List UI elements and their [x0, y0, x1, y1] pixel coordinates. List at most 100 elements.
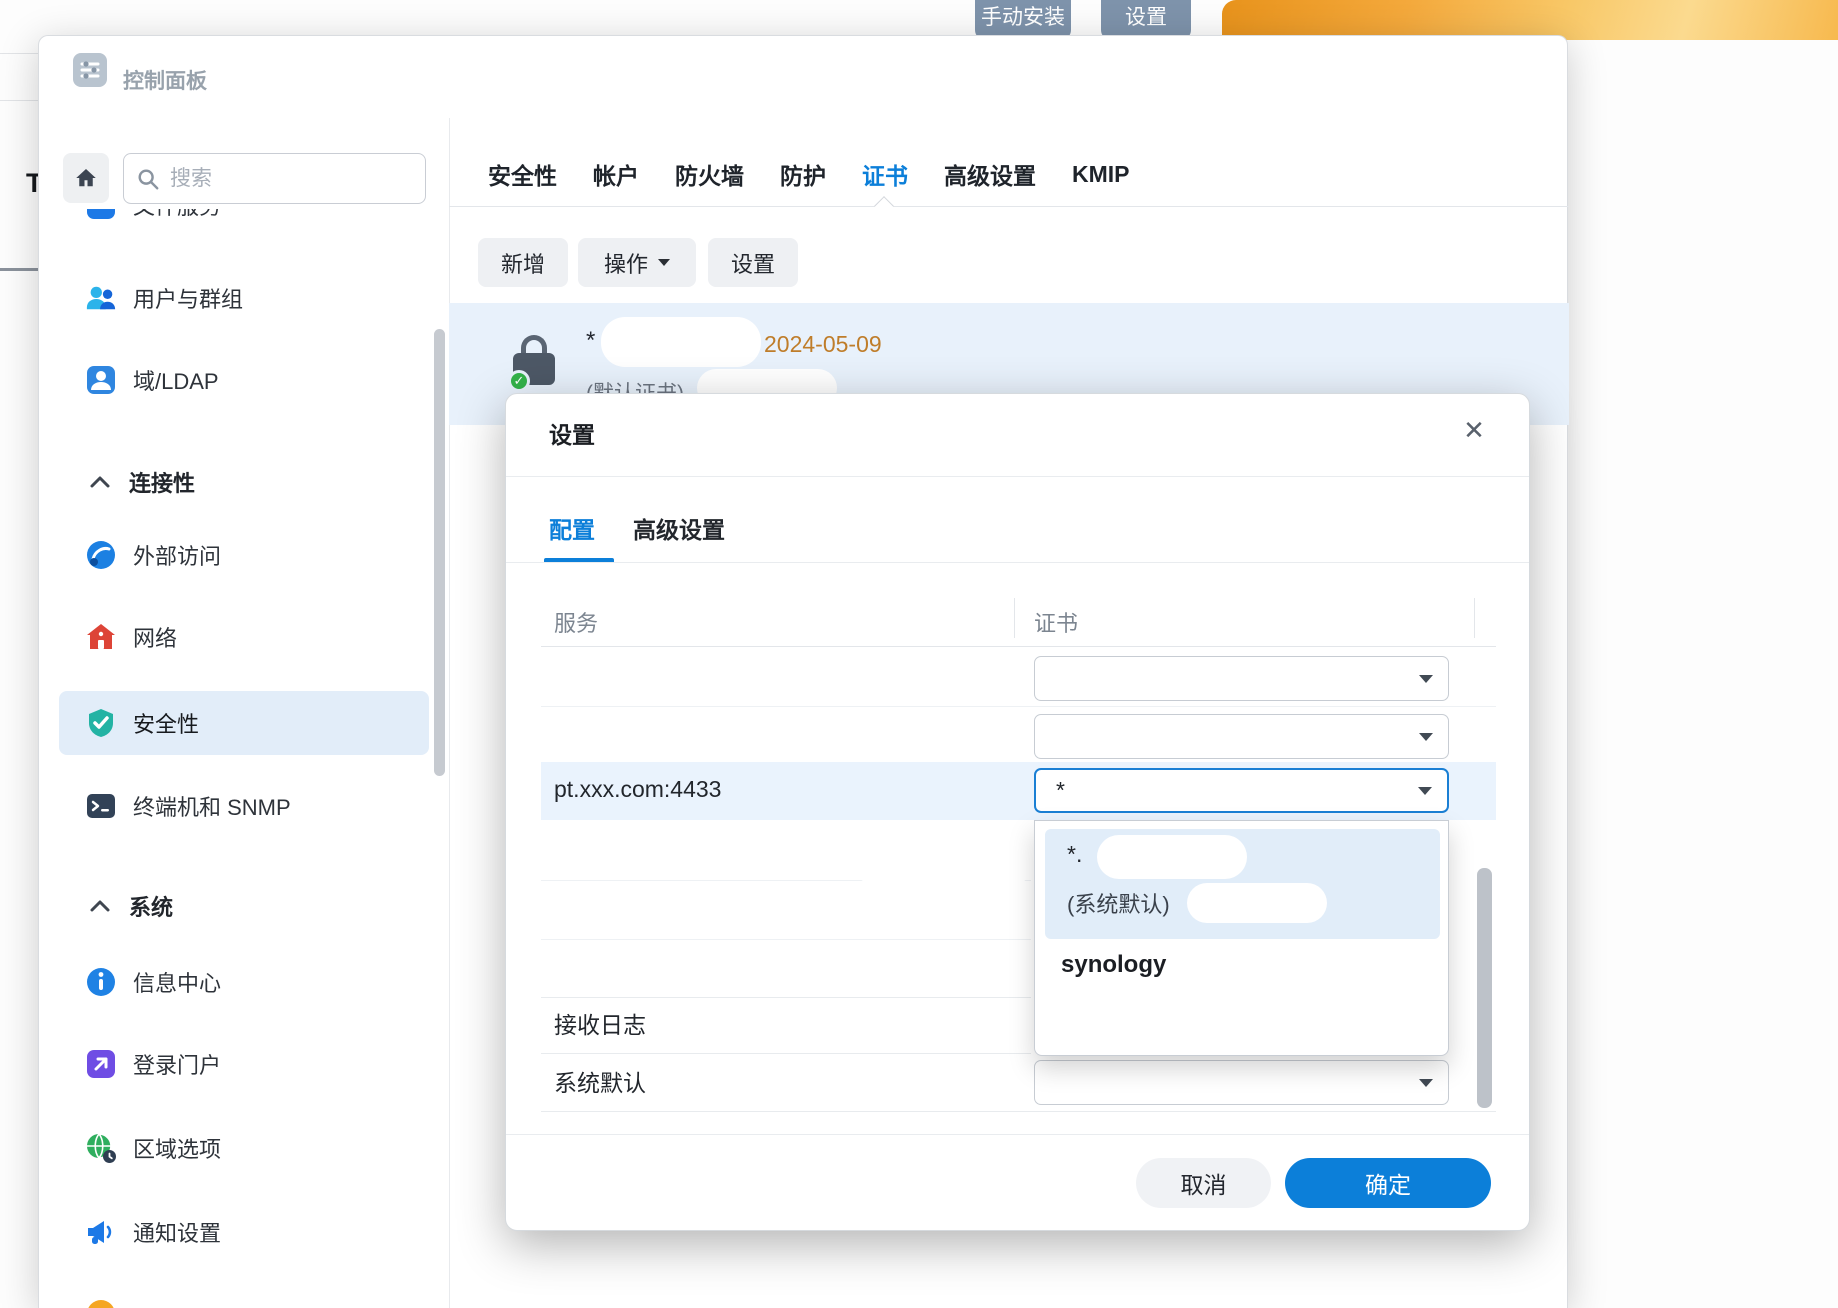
external-access-icon: [85, 539, 117, 571]
sidebar-item-login-portal[interactable]: 登录门户: [59, 1038, 429, 1090]
column-divider: [1014, 598, 1015, 638]
redaction-blob: [551, 890, 666, 930]
login-portal-icon: [85, 1048, 117, 1080]
settings-button[interactable]: 设置: [708, 238, 798, 287]
certificate-select-row3[interactable]: *: [1034, 768, 1449, 813]
section-label: 连接性: [129, 466, 195, 498]
column-divider: [1474, 598, 1475, 638]
sidebar-item-region-options[interactable]: 区域选项: [59, 1122, 429, 1174]
service-name: 系统默认: [554, 1064, 646, 1098]
sidebar-item-network[interactable]: 网络: [59, 611, 429, 663]
sidebar-item-label: 安全性: [133, 707, 199, 739]
sidebar-item-users-groups[interactable]: 用户与群组: [59, 272, 429, 324]
certificate-select-system-default[interactable]: [1034, 1060, 1449, 1105]
divider: [506, 562, 1529, 563]
search-icon: [136, 167, 160, 191]
sidebar-item-label: 终端机和 SNMP: [133, 790, 291, 822]
sidebar-item-label: 通知设置: [133, 1216, 221, 1248]
caret-down-icon: [658, 259, 670, 266]
terminal-icon: [85, 790, 117, 822]
settings-dialog: 设置 ✕ 配置 高级设置 服务 证书 pt.xxx.com:4433 *: [505, 393, 1530, 1231]
add-button[interactable]: 新增: [478, 238, 568, 287]
caret-down-icon: [1419, 733, 1433, 741]
home-icon: [74, 166, 98, 190]
tab-kmip[interactable]: KMIP: [1072, 161, 1130, 188]
caret-down-icon: [1418, 787, 1432, 795]
row-separator: [541, 939, 1031, 940]
caret-down-icon: [1419, 1079, 1433, 1087]
sidebar-item-notification-settings[interactable]: 通知设置: [59, 1206, 429, 1258]
manual-install-button[interactable]: 手动安装: [975, 0, 1071, 40]
tab-advanced[interactable]: 高级设置: [944, 157, 1036, 191]
dropdown-option-synology[interactable]: synology: [1061, 951, 1166, 979]
sidebar-item-terminal-snmp[interactable]: 终端机和 SNMP: [59, 780, 429, 832]
domain-icon: [85, 364, 117, 396]
sidebar-section-system[interactable]: 系统: [59, 883, 429, 929]
sidebar-item-file-services[interactable]: 文件服务: [59, 209, 429, 231]
redaction-blob: [856, 849, 1031, 885]
dialog-title: 设置: [549, 416, 595, 450]
dialog-tab-advanced[interactable]: 高级设置: [633, 511, 725, 545]
certificate-expiry-date: 2024-05-09: [764, 331, 882, 358]
sidebar-item-label: 网络: [133, 621, 177, 653]
home-button[interactable]: [63, 153, 109, 203]
cancel-button[interactable]: 取消: [1136, 1158, 1271, 1208]
sidebar-item-label: 文件服务: [133, 209, 221, 221]
tab-account[interactable]: 帐户: [593, 157, 639, 191]
certificate-select-row2[interactable]: [1034, 714, 1449, 759]
background-line: [0, 53, 38, 54]
notification-icon: [85, 1216, 117, 1248]
control-panel-icon: [73, 53, 107, 87]
certificate-name: *: [586, 327, 595, 355]
region-globe-icon: [85, 1132, 117, 1164]
hardware-power-icon: [85, 1298, 117, 1308]
column-header-certificate: 证书: [1034, 606, 1078, 638]
chevron-up-icon: [89, 899, 111, 913]
tab-security[interactable]: 安全性: [488, 157, 557, 191]
screen: 手动安装 设置 T 控制面板: [0, 0, 1838, 1308]
option-name: *.: [1067, 841, 1082, 868]
option-subtitle: (系统默认): [1067, 887, 1170, 919]
sidebar-item-info-center[interactable]: 信息中心: [59, 956, 429, 1008]
column-header-service: 服务: [554, 606, 598, 638]
sidebar: 文件服务 用户与群组 域/LDAP 连接性: [39, 209, 449, 1308]
sidebar-item-hardware-power[interactable]: [59, 1288, 429, 1308]
search-box: [123, 153, 426, 204]
header-divider: [541, 646, 1496, 647]
sidebar-section-connectivity[interactable]: 连接性: [59, 459, 429, 505]
sidebar-item-domain-ldap[interactable]: 域/LDAP: [59, 354, 429, 406]
sidebar-item-label: 登录门户: [133, 1048, 221, 1080]
sidebar-divider: [449, 118, 450, 1308]
divider: [506, 476, 1529, 477]
sidebar-item-security[interactable]: 安全性: [59, 691, 429, 755]
security-shield-icon: [85, 707, 117, 739]
certificate-select-row1[interactable]: [1034, 656, 1449, 701]
close-icon[interactable]: ✕: [1456, 412, 1492, 448]
tabs-divider: [449, 206, 1569, 207]
dialog-scrollbar[interactable]: [1477, 868, 1492, 1108]
info-icon: [85, 966, 117, 998]
redaction-blob: [1081, 775, 1206, 809]
tab-protection[interactable]: 防护: [780, 157, 826, 191]
footer-divider: [506, 1134, 1529, 1135]
background-line: [0, 100, 38, 101]
service-name: 接收日志: [554, 1006, 646, 1040]
dialog-tab-config[interactable]: 配置: [549, 511, 595, 545]
certificate-dropdown-panel: *. (系统默认) synology: [1034, 820, 1449, 1056]
top-settings-button[interactable]: 设置: [1101, 0, 1191, 40]
search-input[interactable]: [170, 167, 413, 191]
action-dropdown-button[interactable]: 操作: [578, 238, 696, 287]
valid-check-badge: ✓: [508, 370, 530, 392]
sidebar-item-external-access[interactable]: 外部访问: [59, 529, 429, 581]
section-label: 系统: [129, 890, 173, 922]
certificate-page-tabs: 安全性 帐户 防火墙 防护 证书 高级设置 KMIP: [488, 153, 1130, 195]
caret-down-icon: [1419, 675, 1433, 683]
ok-button[interactable]: 确定: [1285, 1158, 1491, 1208]
sidebar-item-label: 外部访问: [133, 539, 221, 571]
tab-certificate[interactable]: 证书: [862, 157, 908, 191]
redaction-blob: [601, 317, 761, 367]
tab-firewall[interactable]: 防火墙: [675, 157, 744, 191]
desktop-wallpaper: [1222, 0, 1838, 40]
dropdown-option-default[interactable]: *. (系统默认): [1045, 829, 1440, 939]
redaction-blob: [1097, 835, 1247, 879]
